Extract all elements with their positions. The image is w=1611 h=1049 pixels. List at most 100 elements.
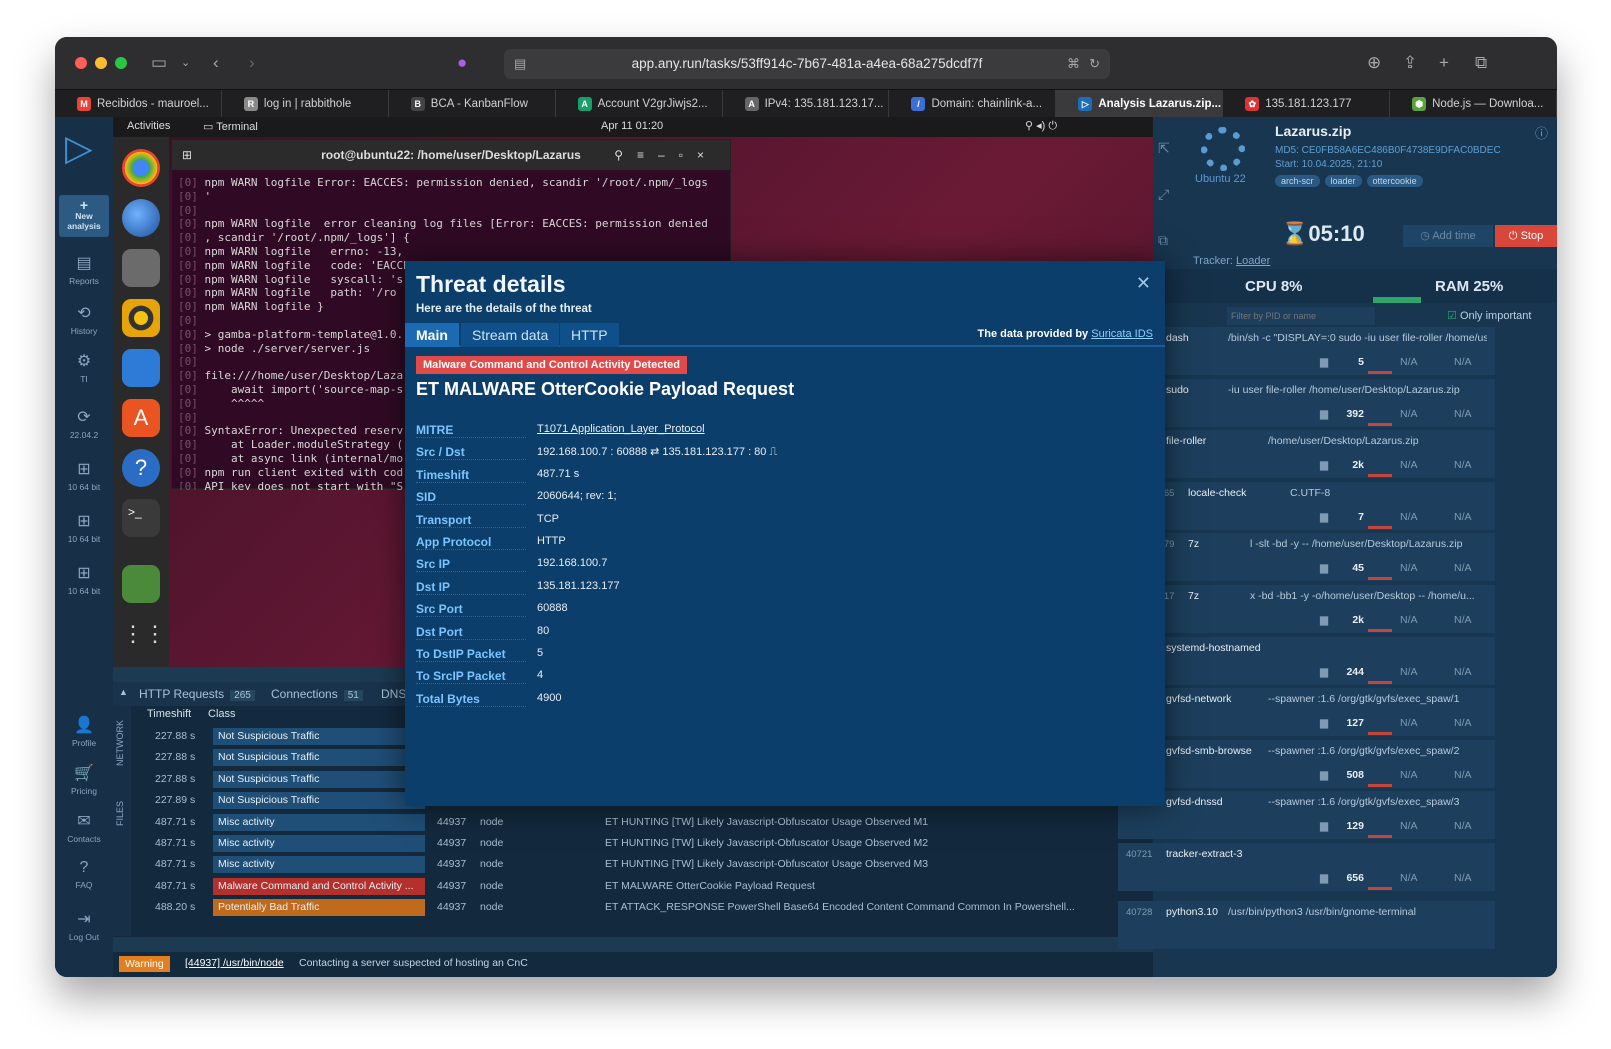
process-item[interactable]: 40721 tracker-extract-3 ▆ 656 N/A N/A (1118, 843, 1495, 891)
terminal-icon[interactable]: >_ (122, 499, 160, 537)
status-process[interactable]: [44937] /usr/bin/node (185, 957, 284, 969)
process-item[interactable]: 406797zl -slt -bd -y -- /home/user/Deskt… (1140, 533, 1495, 582)
tab-main[interactable]: Main (405, 323, 459, 347)
ram-usage: RAM 25% (1435, 278, 1504, 295)
browser-tab[interactable]: ⬢ Node.js — Downloa... (1390, 90, 1557, 118)
tab-stream-data[interactable]: Stream data (461, 323, 560, 347)
nav-item[interactable]: ⇥ Log Out (55, 909, 113, 942)
browser-tab[interactable]: Rlog in | rabbithole (222, 90, 389, 118)
process-item[interactable]: 40664file-roller/home/user/Desktop/Lazar… (1118, 430, 1495, 479)
browser-tab[interactable]: A Account V2grJiwjs2... (556, 90, 723, 118)
reload-icon[interactable]: ↻ (1089, 54, 1100, 74)
browser-tab[interactable]: M Recibidos - mauroel... (55, 90, 222, 118)
terminal-controls-icon[interactable]: ⚲≡–▫× (614, 140, 718, 170)
network-tab[interactable]: DNS (381, 687, 406, 701)
extension-icon[interactable]: ● (457, 53, 467, 73)
ubuntu-logo-icon (1201, 127, 1245, 171)
tracker-link[interactable]: Loader (1236, 255, 1270, 267)
col-class[interactable]: Class (208, 708, 236, 720)
help-icon[interactable]: ? (122, 449, 160, 487)
browser-tab[interactable]: ▷ Analysis Lazarus.zip... (1056, 90, 1224, 118)
terminal-app-label[interactable]: ▭ Terminal (203, 120, 258, 133)
nav-item[interactable]: ⊞ 10 64 bit (55, 459, 113, 492)
collapse-icon[interactable]: ▲ (119, 687, 128, 697)
nav-item[interactable]: ⊞ 10 64 bit (55, 511, 113, 544)
writer-icon[interactable] (122, 349, 160, 387)
provider-link[interactable]: Suricata IDS (1091, 328, 1153, 340)
tab-http[interactable]: HTTP (560, 323, 619, 347)
process-item[interactable]: 40728 python3.10/usr/bin/python3 /usr/bin… (1118, 901, 1495, 949)
process-filter-input[interactable] (1227, 307, 1375, 325)
process-item[interactable]: dash/bin/sh -c "DISPLAY=:0 sudo -iu user… (1118, 327, 1495, 375)
close-window-button[interactable] (75, 57, 87, 69)
trash-icon[interactable] (122, 565, 160, 603)
task-tag[interactable]: loader (1324, 175, 1362, 187)
process-item[interactable]: gvfsd-dnssd --spawner :1.6 /org/gtk/gvfs/… (1118, 791, 1495, 840)
new-analysis-button[interactable]: + New analysis (59, 195, 109, 237)
browser-tab[interactable]: ✿ 135.181.123.177 (1223, 90, 1391, 118)
nav-item[interactable]: ⟳ 22.04.2 (55, 407, 113, 440)
stop-button[interactable]: ⏻ Stop (1495, 225, 1557, 247)
process-item[interactable]: 63sudo-iu user file-roller /home/user/De… (1118, 378, 1495, 427)
add-time-button[interactable]: ◷ Add time (1403, 225, 1493, 247)
process-item[interactable]: gvfsd-smb-browse --spawner :1.6 /org/gtk/… (1118, 739, 1495, 788)
translate-icon[interactable]: ⌘ (1067, 54, 1080, 74)
sidebar-icon[interactable]: ▭ (151, 53, 167, 73)
app-grid-icon[interactable]: ⋮⋮ (122, 615, 166, 653)
address-bar[interactable]: ▤ app.any.run/tasks/53ff914c-7b67-481a-a… (504, 49, 1110, 79)
nav-item[interactable]: ▤ Reports (55, 253, 113, 286)
table-row[interactable]: 487.71 s Misc activity 44937 node ET HUNTING… (123, 833, 1143, 854)
zoom-window-button[interactable] (115, 57, 127, 69)
new-tab-icon[interactable]: + (1439, 53, 1449, 73)
process-item[interactable]: systemd-hostnamed ▆ 244 N/A N/A (1118, 636, 1495, 685)
tab-overview-icon[interactable]: ⧉ (1475, 53, 1487, 73)
task-tag[interactable]: ottercookie (1366, 175, 1423, 187)
network-tab[interactable]: Connections 51 (271, 687, 363, 701)
detail-row: MITRE T1071 Application_Layer_Protocol (416, 423, 1136, 445)
rhythmbox-icon[interactable] (122, 299, 160, 337)
nav-item[interactable]: ✉ Contacts (55, 811, 113, 844)
only-important-toggle[interactable]: ☑ Only important (1447, 309, 1531, 322)
detail-value[interactable]: T1071 Application_Layer_Protocol (537, 423, 705, 435)
cpu-usage: CPU 8% (1245, 278, 1303, 295)
detail-value-text: 135.181.123.177 (537, 579, 620, 592)
close-icon[interactable]: ✕ (1136, 273, 1151, 294)
new-terminal-tab-icon[interactable]: ⊞ (182, 140, 192, 170)
table-row[interactable]: 487.71 s Malware Command and Control Acti… (123, 876, 1143, 897)
mitre-link[interactable]: T1071 Application_Layer_Protocol (537, 423, 705, 435)
minimize-window-button[interactable] (95, 57, 107, 69)
detail-value: 4900 (537, 692, 561, 704)
chrome-icon[interactable] (122, 149, 160, 187)
browser-tab[interactable]: B BCA - KanbanFlow (389, 90, 556, 118)
nav-item[interactable]: ? FAQ (55, 859, 113, 890)
process-item[interactable]: 40665locale-checkC.UTF-8▆7N/AN/A (1140, 481, 1495, 530)
nav-item[interactable]: ⟲ History (55, 303, 113, 336)
checkbox-icon[interactable]: ☑ (1447, 310, 1457, 322)
terminal-line-prefix: [0] (178, 396, 205, 410)
nav-item[interactable]: 🛒 Pricing (55, 763, 113, 796)
thunderbird-icon[interactable] (122, 199, 160, 237)
browser-tab[interactable]: / Domain: chainlink-a... (889, 90, 1057, 118)
files-icon[interactable] (122, 249, 160, 287)
download-icon[interactable]: ⊕ (1367, 53, 1381, 73)
process-item[interactable]: gvfsd-network --spawner :1.6 /org/gtk/gvf… (1118, 688, 1495, 737)
share-icon[interactable]: ⇪ (1403, 53, 1417, 73)
table-row[interactable]: 487.71 s Misc activity 44937 node ET HUNTING… (123, 854, 1143, 875)
table-row[interactable]: 488.20 s Potentially Bad Traffic 44937 node… (123, 897, 1143, 918)
forward-icon[interactable]: › (249, 53, 255, 73)
side-tools-icons[interactable]: ⇱ ⤢ ⧉ (1158, 125, 1170, 263)
info-icon[interactable]: ⓘ (1535, 123, 1548, 142)
network-tab[interactable]: HTTP Requests 265 (139, 687, 255, 701)
nav-item[interactable]: ⊞ 10 64 bit (55, 563, 113, 596)
app-center-icon[interactable]: A (122, 399, 160, 437)
chevron-down-icon[interactable]: ⌄ (181, 53, 190, 73)
col-timeshift[interactable]: Timeshift (147, 708, 191, 720)
nav-item[interactable]: ⚙ TI (55, 351, 113, 384)
back-icon[interactable]: ‹ (213, 53, 219, 73)
process-item[interactable]: 407177zx -bd -bb1 -y -o/home/user/Deskto… (1140, 585, 1495, 633)
activities-label[interactable]: Activities (127, 120, 170, 132)
table-row[interactable]: 487.71 s Misc activity 44937 node ET HUNTING… (123, 812, 1143, 833)
nav-item[interactable]: 👤 Profile (55, 715, 113, 748)
task-tag[interactable]: arch-scr (1275, 175, 1320, 187)
browser-tab[interactable]: A IPv4: 135.181.123.17... (723, 90, 890, 118)
